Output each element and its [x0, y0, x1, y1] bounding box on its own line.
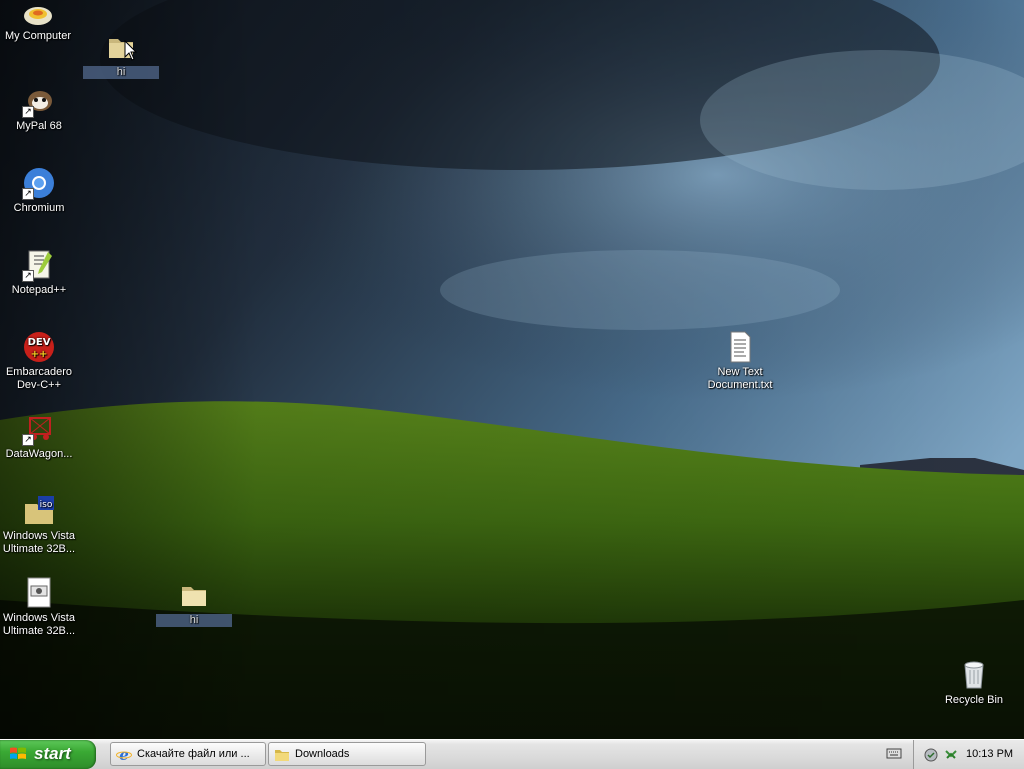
svg-text:e: e — [119, 747, 129, 762]
shortcut-arrow-icon: ↗ — [22, 188, 34, 200]
internet-explorer-icon: e — [116, 747, 132, 762]
system-tray: 10:13 PM — [913, 740, 1024, 769]
folder-icon — [177, 578, 211, 612]
clock[interactable]: 10:13 PM — [966, 748, 1013, 760]
task-downloads[interactable]: Downloads — [268, 742, 426, 766]
computer-icon — [21, 4, 55, 28]
notepad-icon: ↗ — [22, 248, 56, 282]
hi-folder-icon[interactable]: hi — [156, 578, 232, 627]
wallpaper — [0, 0, 1024, 739]
hi-folder-icon[interactable]: hi — [83, 30, 159, 79]
icon-label: Recycle Bin — [944, 694, 1004, 706]
vista-img-icon[interactable]: Windows Vista Ultimate 32B... — [1, 576, 77, 638]
network-icon[interactable] — [944, 748, 958, 762]
chromium-icon[interactable]: ↗ Chromium — [1, 166, 77, 215]
devcpp-logo-icon: DEV ++ — [22, 330, 56, 364]
text-file-icon — [723, 330, 757, 364]
taskbar: start e Скачайте файл или ... Downloads … — [0, 739, 1024, 769]
icon-label: DataWagon... — [5, 448, 73, 460]
security-shield-icon[interactable] — [924, 748, 938, 762]
chromium-logo-icon: ↗ — [22, 166, 56, 200]
raccoon-icon: ↗ — [22, 84, 56, 118]
iso-file-icon: iso — [22, 494, 56, 528]
mypal-icon[interactable]: ↗ MyPal 68 — [1, 84, 77, 133]
shortcut-arrow-icon: ↗ — [22, 434, 34, 446]
shortcut-arrow-icon: ↗ — [22, 270, 34, 282]
start-label: start — [34, 744, 71, 763]
icon-label: MyPal 68 — [16, 120, 62, 132]
icon-label: Windows Vista Ultimate 32B... — [2, 612, 76, 637]
disk-image-file-icon — [22, 576, 56, 610]
start-button[interactable]: start — [0, 740, 96, 769]
svg-text:DEV: DEV — [28, 337, 51, 348]
icon-label: My Computer — [4, 30, 72, 42]
shortcut-arrow-icon: ↗ — [22, 106, 34, 118]
icon-label: Notepad++ — [11, 284, 67, 296]
icon-label: hi — [83, 66, 159, 79]
icon-label: Embarcadero Dev-C++ — [5, 366, 73, 391]
windows-logo-icon — [10, 747, 26, 759]
mouse-cursor-icon — [124, 40, 138, 61]
folder-icon — [275, 750, 289, 761]
vista-iso-icon[interactable]: iso Windows Vista Ultimate 32B... — [1, 494, 77, 556]
icon-label: hi — [156, 614, 232, 627]
icon-label: Chromium — [13, 202, 65, 214]
trash-bin-icon — [957, 658, 991, 692]
datawagon-icon[interactable]: ↗ DataWagon... — [1, 412, 77, 461]
keyboard-icon[interactable] — [886, 746, 902, 760]
notepadpp-icon[interactable]: ↗ Notepad++ — [1, 248, 77, 297]
my-computer-icon[interactable]: My Computer — [0, 4, 76, 43]
icon-label: Windows Vista Ultimate 32B... — [2, 530, 76, 555]
icon-label: New Text Document.txt — [707, 366, 773, 391]
recycle-bin-icon[interactable]: Recycle Bin — [936, 658, 1012, 707]
svg-text:iso: iso — [40, 500, 53, 510]
task-internet-explorer[interactable]: e Скачайте файл или ... — [110, 742, 266, 766]
task-label: Downloads — [295, 748, 350, 760]
desktop[interactable]: My Computer hi ↗ MyPal 68 ↗ Chromium ↗ N… — [0, 0, 1024, 739]
devcpp-icon[interactable]: DEV ++ Embarcadero Dev-C++ — [1, 330, 77, 392]
svg-text:++: ++ — [31, 349, 48, 360]
task-label: Скачайте файл или ... — [137, 748, 250, 760]
wagon-icon: ↗ — [22, 412, 56, 446]
new-text-document-icon[interactable]: New Text Document.txt — [702, 330, 778, 392]
